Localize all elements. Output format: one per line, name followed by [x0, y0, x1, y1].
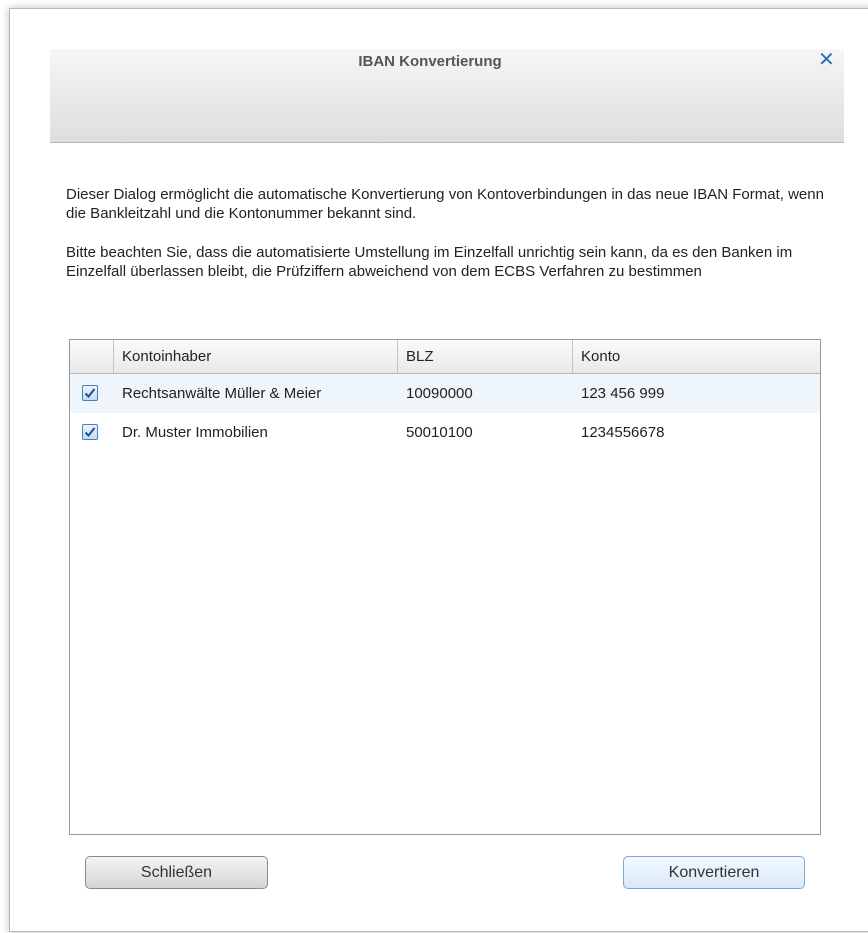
column-header-select[interactable] — [70, 340, 114, 373]
convert-button[interactable]: Konvertieren — [623, 856, 805, 889]
column-header-konto[interactable]: Konto — [573, 340, 820, 373]
close-button[interactable]: Schließen — [85, 856, 268, 889]
column-header-kontoinhaber[interactable]: Kontoinhaber — [114, 340, 398, 373]
checkmark-icon — [84, 388, 96, 398]
row-checkbox-cell — [82, 413, 102, 452]
cell-konto: 1234556678 — [581, 424, 665, 441]
column-header-blz[interactable]: BLZ — [398, 340, 573, 373]
cell-konto: 123 456 999 — [581, 385, 665, 402]
checkmark-icon — [84, 427, 96, 437]
cell-blz: 10090000 — [406, 385, 473, 402]
close-icon[interactable]: ✕ — [818, 50, 835, 70]
row-checkbox-cell — [82, 374, 102, 413]
description-text: Dieser Dialog ermöglicht die automatisch… — [66, 186, 824, 222]
row-checkbox[interactable] — [82, 424, 98, 440]
cell-blz: 50010100 — [406, 424, 473, 441]
table-row[interactable]: Dr. Muster Immobilien 50010100 123455667… — [70, 413, 820, 452]
row-checkbox[interactable] — [82, 385, 98, 401]
table-row[interactable]: Rechtsanwälte Müller & Meier 10090000 12… — [70, 374, 820, 413]
iban-dialog: IBAN Konvertierung ✕ Dieser Dialog ermög… — [50, 49, 868, 909]
cell-kontoinhaber: Rechtsanwälte Müller & Meier — [122, 385, 322, 402]
dialog-title: IBAN Konvertierung — [358, 53, 502, 70]
accounts-table: Kontoinhaber BLZ Konto Rechtsanwälte Mül… — [69, 339, 821, 835]
table-header: Kontoinhaber BLZ Konto — [70, 340, 820, 374]
dialog-titlebar: IBAN Konvertierung ✕ — [50, 49, 844, 143]
window-frame: IBAN Konvertierung ✕ Dieser Dialog ermög… — [9, 8, 868, 932]
cell-kontoinhaber: Dr. Muster Immobilien — [122, 424, 268, 441]
warning-text: Bitte beachten Sie, dass die automatisie… — [66, 244, 793, 280]
